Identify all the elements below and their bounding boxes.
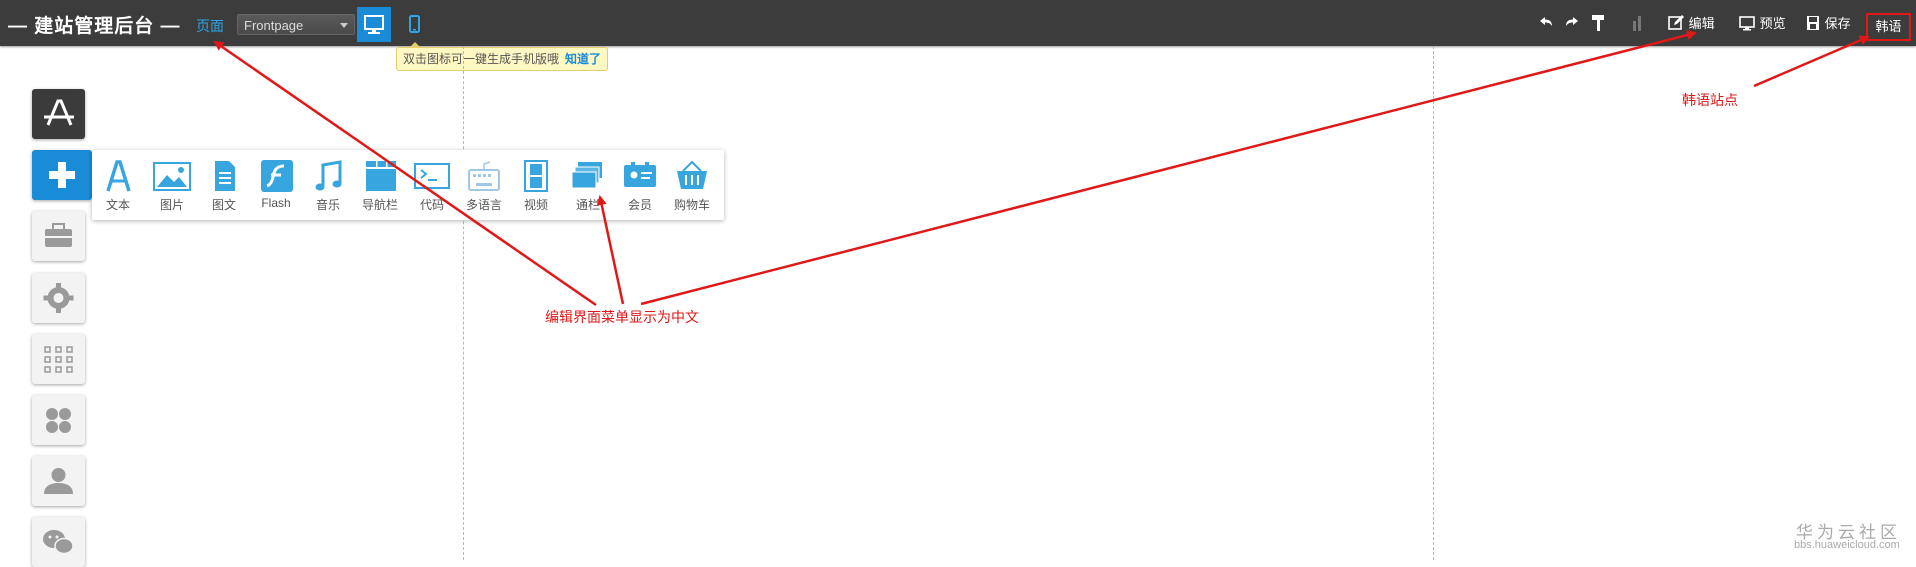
arrow-to-edit-button [640,30,1697,306]
annotation-site-note: 韩语站点 [1682,92,1738,108]
arrow-to-widget-banner [596,195,625,305]
arrow-to-language-button [1753,35,1870,88]
watermark-url: bbs.huaweicloud.com [1794,539,1900,551]
annotation-arrows [213,30,1870,307]
annotation-menu-note: 编辑界面菜单显示为中文 [545,309,699,325]
arrow-to-page-label [213,40,597,307]
